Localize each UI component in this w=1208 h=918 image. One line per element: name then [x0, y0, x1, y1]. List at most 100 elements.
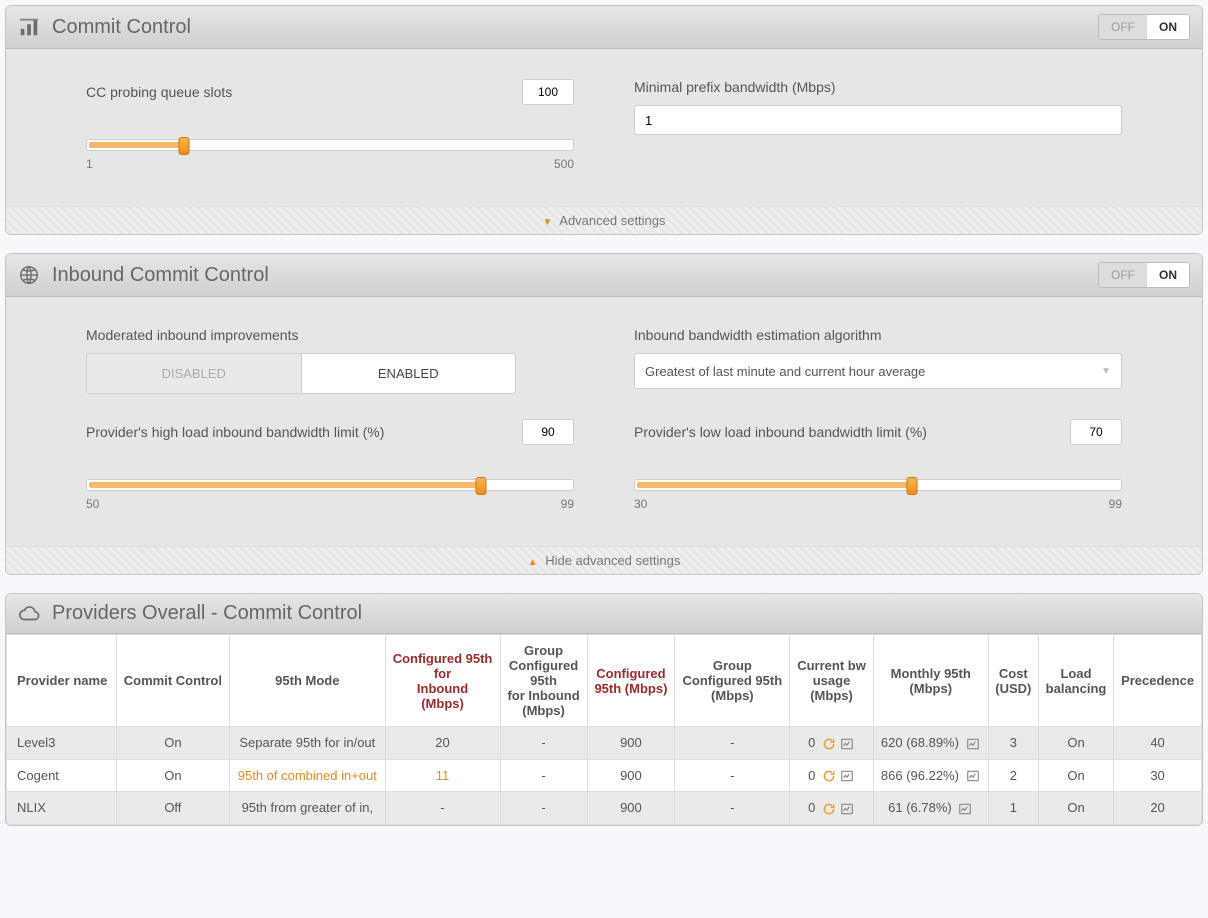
algo-label: Inbound bandwidth estimation algorithm [634, 327, 882, 343]
cloud-icon [18, 603, 40, 625]
th-cfg[interactable]: Configured95th (Mbps) [587, 635, 675, 727]
cell-cost: 2 [988, 759, 1038, 792]
cell-cc: Off [116, 792, 230, 825]
table-row[interactable]: NLIXOff95th from greater of in,--900-0 6… [7, 792, 1202, 825]
cell-cur: 0 [790, 727, 873, 760]
cell-mon: 866 (96.22%) [873, 759, 988, 792]
low-min: 30 [634, 497, 647, 511]
probing-input[interactable] [522, 79, 574, 105]
cell-mode: Separate 95th for in/out [230, 727, 385, 760]
globe-icon [18, 264, 40, 286]
cell-grp: - [675, 792, 790, 825]
algo-value: Greatest of last minute and current hour… [645, 364, 925, 379]
cell-cfg-in: - [385, 792, 500, 825]
chart-icon[interactable] [837, 768, 855, 783]
refresh-icon[interactable] [819, 768, 837, 783]
th-name[interactable]: Provider name [7, 635, 117, 727]
cell-cost: 1 [988, 792, 1038, 825]
th-lb[interactable]: Loadbalancing [1038, 635, 1113, 727]
commit-title: Commit Control [52, 16, 191, 39]
inbound-toggle-on[interactable]: ON [1147, 263, 1189, 287]
inbound-title: Inbound Commit Control [52, 264, 269, 287]
cell-lb: On [1038, 727, 1113, 760]
inbound-hide-advanced[interactable]: ▲ Hide advanced settings [6, 546, 1202, 574]
algo-select[interactable]: Greatest of last minute and current hour… [634, 353, 1122, 389]
th-mon[interactable]: Monthly 95th(Mbps) [873, 635, 988, 727]
refresh-icon[interactable] [819, 735, 837, 750]
cell-grp: - [675, 759, 790, 792]
probing-max: 500 [554, 157, 574, 171]
probing-slider[interactable]: 1 500 [86, 139, 574, 171]
chart-icon[interactable] [837, 800, 855, 815]
th-prec[interactable]: Precedence [1114, 635, 1202, 727]
cell-cur: 0 [790, 759, 873, 792]
providers-panel: Providers Overall - Commit Control Provi… [5, 593, 1203, 826]
cell-grp-in: - [500, 759, 587, 792]
table-row[interactable]: CogentOn95th of combined in+out11-900-0 … [7, 759, 1202, 792]
mod-label: Moderated inbound improvements [86, 327, 298, 343]
chart-icon[interactable] [963, 735, 981, 750]
th-cfg-in[interactable]: Configured 95thforInbound(Mbps) [385, 635, 500, 727]
cell-name: Cogent [7, 759, 117, 792]
commit-control-panel: Commit Control OFF ON CC probing queue s… [5, 5, 1203, 235]
cell-cc: On [116, 759, 230, 792]
inbound-hide-label: Hide advanced settings [545, 553, 680, 568]
cell-cfg-in: 20 [385, 727, 500, 760]
mod-disabled-btn[interactable]: DISABLED [87, 354, 301, 393]
chevron-up-icon: ▲ [528, 557, 538, 568]
cell-mon: 620 (68.89%) [873, 727, 988, 760]
refresh-icon[interactable] [819, 800, 837, 815]
cell-mode: 95th of combined in+out [230, 759, 385, 792]
commit-toggle-off[interactable]: OFF [1099, 15, 1147, 39]
cell-cost: 3 [988, 727, 1038, 760]
chart-icon[interactable] [837, 735, 855, 750]
minbw-label: Minimal prefix bandwidth (Mbps) [634, 79, 836, 95]
probing-min: 1 [86, 157, 93, 171]
table-row[interactable]: Level3OnSeparate 95th for in/out20-900-0… [7, 727, 1202, 760]
cell-grp-in: - [500, 727, 587, 760]
high-min: 50 [86, 497, 99, 511]
th-cc[interactable]: Commit Control [116, 635, 230, 727]
low-input[interactable] [1070, 419, 1122, 445]
chevron-down-icon: ▼ [1101, 366, 1111, 377]
th-grp[interactable]: GroupConfigured 95th(Mbps) [675, 635, 790, 727]
minbw-input[interactable] [634, 105, 1122, 135]
cell-grp: - [675, 727, 790, 760]
chart-icon[interactable] [955, 800, 973, 815]
high-max: 99 [561, 497, 574, 511]
cell-mon: 61 (6.78%) [873, 792, 988, 825]
cell-prec: 40 [1114, 727, 1202, 760]
cell-prec: 20 [1114, 792, 1202, 825]
high-slider[interactable]: 50 99 [86, 479, 574, 511]
inbound-body: Moderated inbound improvements DISABLED … [6, 297, 1202, 546]
inbound-header: Inbound Commit Control OFF ON [6, 254, 1202, 297]
th-cur[interactable]: Current bwusage(Mbps) [790, 635, 873, 727]
cell-cfg: 900 [587, 759, 675, 792]
providers-title: Providers Overall - Commit Control [52, 602, 362, 625]
low-label: Provider's low load inbound bandwidth li… [634, 424, 927, 440]
low-slider[interactable]: 30 99 [634, 479, 1122, 511]
low-max: 99 [1109, 497, 1122, 511]
commit-toggle[interactable]: OFF ON [1098, 14, 1190, 40]
high-label: Provider's high load inbound bandwidth l… [86, 424, 384, 440]
cell-grp-in: - [500, 792, 587, 825]
commit-toggle-on[interactable]: ON [1147, 15, 1189, 39]
cell-cfg: 900 [587, 792, 675, 825]
cell-name: Level3 [7, 727, 117, 760]
providers-header: Providers Overall - Commit Control [6, 594, 1202, 634]
th-cost[interactable]: Cost(USD) [988, 635, 1038, 727]
inbound-toggle[interactable]: OFF ON [1098, 262, 1190, 288]
th-mode[interactable]: 95th Mode [230, 635, 385, 727]
mod-enabled-btn[interactable]: ENABLED [301, 354, 516, 393]
providers-body: Provider name Commit Control 95th Mode C… [6, 634, 1202, 825]
high-input[interactable] [522, 419, 574, 445]
mod-toggle[interactable]: DISABLED ENABLED [86, 353, 516, 394]
chevron-down-icon: ▼ [542, 217, 552, 228]
commit-advanced-toggle[interactable]: ▼ Advanced settings [6, 206, 1202, 234]
cell-cfg-in: 11 [385, 759, 500, 792]
cell-cfg: 900 [587, 727, 675, 760]
inbound-toggle-off[interactable]: OFF [1099, 263, 1147, 287]
chart-icon[interactable] [963, 768, 981, 783]
cell-cur: 0 [790, 792, 873, 825]
th-grp-in[interactable]: GroupConfigured95thfor Inbound(Mbps) [500, 635, 587, 727]
